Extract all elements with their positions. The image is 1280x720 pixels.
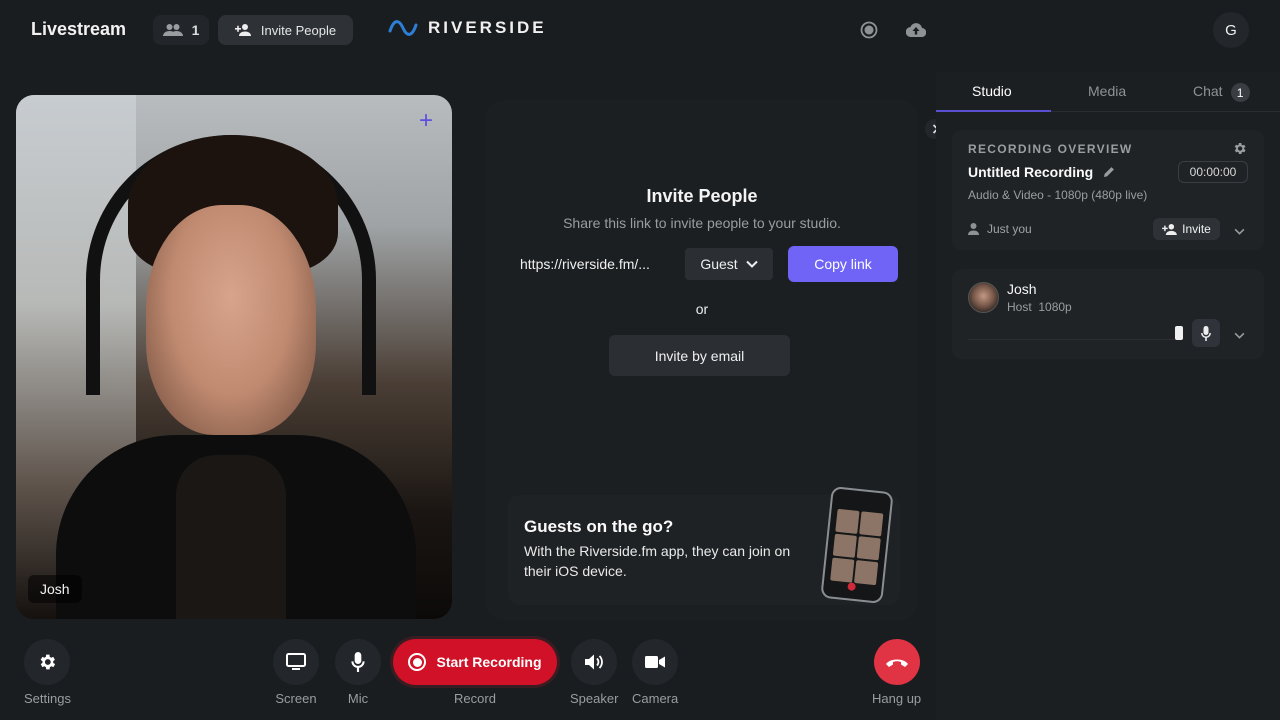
tab-chat[interactable]: Chat 1 — [1193, 83, 1250, 102]
recording-participants-text: Just you — [987, 222, 1032, 236]
participants-count-button[interactable]: 1 — [153, 15, 209, 45]
camera-control[interactable]: Camera — [632, 639, 678, 706]
participant-role: Host — [1007, 300, 1032, 314]
tab-studio[interactable]: Studio — [972, 83, 1012, 99]
start-recording-button[interactable]: Start Recording — [393, 639, 557, 685]
app-title: Livestream — [31, 19, 127, 39]
mic-control[interactable]: Mic — [335, 639, 381, 706]
chevron-down-icon[interactable] — [1234, 222, 1245, 240]
sidebar-tabs: Studio Media Chat 1 — [936, 72, 1280, 112]
riverside-logo: RIVERSIDE — [388, 17, 547, 39]
invite-by-email-button[interactable]: Invite by email — [609, 335, 790, 376]
participants-count: 1 — [191, 22, 200, 38]
add-person-icon — [234, 24, 251, 36]
speaker-button[interactable] — [571, 639, 618, 685]
participant-name: Josh — [1007, 281, 1037, 297]
participant-resolution: 1080p — [1038, 300, 1072, 314]
chevron-down-icon — [745, 260, 758, 268]
top-bar: Livestream 1 Invite People RIVERSIDE G — [0, 0, 1280, 60]
camera-button[interactable] — [632, 639, 679, 685]
recording-timer: 00:00:00 — [1178, 161, 1248, 183]
monitor-icon — [286, 653, 306, 670]
settings-control[interactable]: Settings — [24, 639, 71, 706]
invite-link-row: https://riverside.fm/... Guest Copy link — [508, 246, 900, 282]
participant-meta: Host 1080p — [1007, 300, 1072, 314]
invite-people-button[interactable]: Invite People — [218, 15, 353, 45]
record-label: Record — [454, 691, 496, 706]
video-face — [146, 205, 316, 435]
recording-overview-card: RECORDING OVERVIEW Untitled Recording 00… — [952, 130, 1264, 250]
people-icon — [162, 24, 183, 36]
record-icon — [408, 653, 427, 671]
promo-body: With the Riverside.fm app, they can join… — [524, 543, 791, 579]
chevron-down-icon[interactable] — [1234, 326, 1245, 344]
speaker-label: Speaker — [570, 691, 619, 706]
screen-control[interactable]: Screen — [273, 639, 319, 706]
mobile-app-promo: Guests on the go? With the Riverside.fm … — [508, 486, 900, 605]
screen-share-button[interactable] — [273, 639, 319, 685]
riverside-wave-logo — [388, 20, 418, 36]
mic-icon — [1201, 325, 1211, 341]
right-sidebar: Studio Media Chat 1 RECORDING OVERVIEW Un… — [936, 72, 1280, 720]
recording-title[interactable]: Untitled Recording — [968, 164, 1115, 180]
logo-text: RIVERSIDE — [428, 18, 547, 37]
recording-participants: Just you — [968, 222, 1032, 236]
hang-up-button[interactable] — [873, 639, 920, 685]
hangup-control[interactable]: Hang up — [872, 639, 921, 706]
participant-name-tag: Josh — [28, 575, 82, 603]
record-status-icon[interactable] — [859, 20, 879, 40]
record-control[interactable]: Start Recording Record — [393, 639, 557, 706]
phone-illustration — [820, 486, 894, 604]
recording-title-text: Untitled Recording — [968, 164, 1094, 180]
promo-title: Guests on the go? — [524, 517, 674, 536]
chat-unread-badge: 1 — [1230, 83, 1250, 102]
participant-avatar — [968, 282, 999, 313]
start-recording-label: Start Recording — [436, 654, 542, 670]
recording-overview-label: RECORDING OVERVIEW — [968, 142, 1133, 156]
person-icon — [968, 223, 979, 235]
invite-subtitle: Share this link to invite people to your… — [563, 215, 841, 231]
add-person-icon — [1162, 223, 1177, 235]
copy-link-button[interactable]: Copy link — [788, 246, 898, 282]
tab-chat-label: Chat — [1193, 83, 1223, 100]
pencil-icon[interactable] — [1103, 166, 1115, 178]
cloud-upload-icon[interactable] — [906, 20, 926, 40]
camera-label: Camera — [632, 691, 679, 706]
user-avatar[interactable]: G — [1213, 12, 1249, 48]
speaker-control[interactable]: Speaker — [570, 639, 618, 706]
speaker-icon — [585, 654, 604, 670]
participant-card: Josh Host 1080p — [952, 269, 1264, 359]
phone-hangup-icon — [885, 659, 908, 667]
participant-video-tile[interactable]: + Josh — [16, 95, 452, 619]
invite-people-label: Invite People — [260, 22, 337, 38]
tab-media[interactable]: Media — [1088, 83, 1126, 99]
camera-icon — [645, 656, 666, 668]
settings-label: Settings — [24, 691, 71, 706]
recording-invite-label: Invite — [1182, 222, 1211, 236]
mic-icon — [351, 652, 365, 672]
video-microphone — [176, 455, 286, 619]
recording-quality: Audio & Video - 1080p (480p live) — [968, 188, 1148, 202]
hang-up-label: Hang up — [872, 691, 922, 706]
audio-level-meter — [968, 339, 1178, 340]
mic-label: Mic — [347, 691, 369, 706]
role-select-value: Guest — [700, 256, 738, 272]
audio-level-indicator — [1175, 326, 1183, 340]
invite-link[interactable]: https://riverside.fm/... — [520, 256, 650, 272]
settings-button[interactable] — [24, 639, 71, 685]
recording-invite-button[interactable]: Invite — [1153, 218, 1220, 240]
gear-icon — [41, 654, 56, 670]
or-divider: or — [695, 301, 709, 317]
active-tab-indicator — [936, 110, 1051, 112]
screen-label: Screen — [275, 691, 317, 706]
mic-button[interactable] — [335, 639, 381, 685]
role-select[interactable]: Guest — [685, 248, 773, 280]
plus-icon[interactable]: + — [416, 109, 436, 133]
gear-icon[interactable] — [1232, 141, 1247, 161]
invite-title: Invite People — [646, 186, 758, 206]
invite-panel: Invite People Share this link to invite … — [486, 100, 918, 620]
participant-mic-button[interactable] — [1192, 319, 1220, 347]
